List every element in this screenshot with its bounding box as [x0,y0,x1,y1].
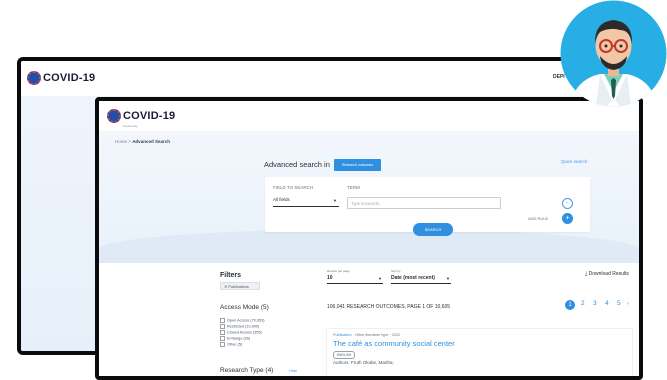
minus-icon: − [566,200,569,206]
access-option[interactable]: Closed Access (355) [220,330,262,335]
back-logo-text: COVID-19 [43,72,96,84]
breadcrumb-current: Advanced Search [132,139,170,144]
front-logo[interactable]: COVID-19 [107,109,175,123]
access-option[interactable]: Restricted (10,000) [220,324,259,329]
advanced-search-heading: Advanced search in Research outcomes [264,159,382,171]
page-5-button[interactable]: 5 [617,300,621,307]
filters-title: Filters [220,272,242,279]
search-button[interactable]: SEARCH [413,223,453,236]
caret-down-icon: ▼ [333,198,337,203]
caret-down-icon: ▼ [446,276,450,281]
result-year: 2022 [391,333,401,337]
virus-icon [107,109,121,123]
results-per-page-select[interactable]: 10 ▼ [327,275,383,284]
access-option[interactable]: Embargo (26) [220,336,250,341]
page-4-button[interactable]: 4 [605,300,609,307]
language-badge: ENGLISH [333,351,355,359]
page-1-button[interactable]: 1 [565,300,575,310]
results-per-page-label: Results per page [327,269,350,273]
caret-down-icon: ▼ [378,276,382,281]
breadcrumb: Home > Advanced Search [115,139,170,144]
doctor-avatar [560,0,667,107]
result-meta: Publication · Other literature type · 20… [333,333,401,337]
back-header: COVID-19 DEPI [21,61,636,97]
sort-select[interactable]: Date (most recent) ▼ [391,275,451,284]
research-type-title: Research Type (4) [220,367,274,374]
foreground-browser-window: COVID-19 community Home > Advanced Searc… [95,97,643,380]
close-icon[interactable]: ✕ [224,285,227,289]
active-filter-chip[interactable]: ✕ Publications [220,282,260,290]
field-to-search-label: FIELD TO SEARCH [273,185,314,190]
hero-wave-decoration [99,229,639,263]
breadcrumb-home[interactable]: Home [115,139,127,144]
download-results-button[interactable]: ⤓ Download Results [585,271,629,277]
advanced-search-label: Advanced search in [264,159,330,169]
term-input[interactable]: Type keywords... [347,197,501,209]
add-rule-button[interactable]: + [562,213,573,224]
download-icon: ⤓ [585,271,588,277]
field-select[interactable]: All fields ▼ [273,197,339,207]
remove-rule-button[interactable]: − [562,198,573,209]
front-logo-text: COVID-19 [123,110,176,122]
result-card: Publication · Other literature type · 20… [327,329,632,376]
results-per-page-value: 10 [327,275,333,281]
access-option[interactable]: Other (5) [220,342,242,347]
sort-value: Date (most recent) [391,275,435,281]
result-subtype: Other literature type [354,333,389,337]
page-3-button[interactable]: 3 [593,300,597,307]
download-results-label: Download Results [588,271,629,277]
page-2-button[interactable]: 2 [581,300,585,307]
result-title-link[interactable]: The café as community social center [333,339,455,348]
quick-search-link[interactable]: Quick search [561,159,587,164]
result-authors: Authors: Fruth Okabe, Martha; [333,360,394,365]
next-page-chevron-icon[interactable]: › [627,300,629,307]
field-select-value: All fields [273,197,290,202]
access-mode-title: Access Mode (5) [220,304,269,311]
front-header: COVID-19 community [99,101,639,131]
search-scope-dropdown[interactable]: Research outcomes [333,159,382,171]
virus-icon [27,71,41,85]
breadcrumb-separator: > [128,139,131,144]
plus-icon: + [565,215,570,222]
term-label: TERM [347,185,360,190]
active-filter-label: Publications [228,285,249,289]
result-type: Publication [333,333,352,337]
right-eye [619,44,623,48]
access-option[interactable]: Open Access (70,953) [220,318,265,323]
research-type-toggle[interactable]: Hide [289,368,297,373]
results-count: 106,041 RESEARCH OUTCOMES, PAGE 1 OF 10,… [327,304,451,310]
add-rule-label[interactable]: ADD RULE [528,216,548,221]
left-eye [604,44,608,48]
logo-subtext: community [123,124,138,128]
sort-by-label: Sort by [391,269,401,273]
back-logo[interactable]: COVID-19 [27,71,95,85]
